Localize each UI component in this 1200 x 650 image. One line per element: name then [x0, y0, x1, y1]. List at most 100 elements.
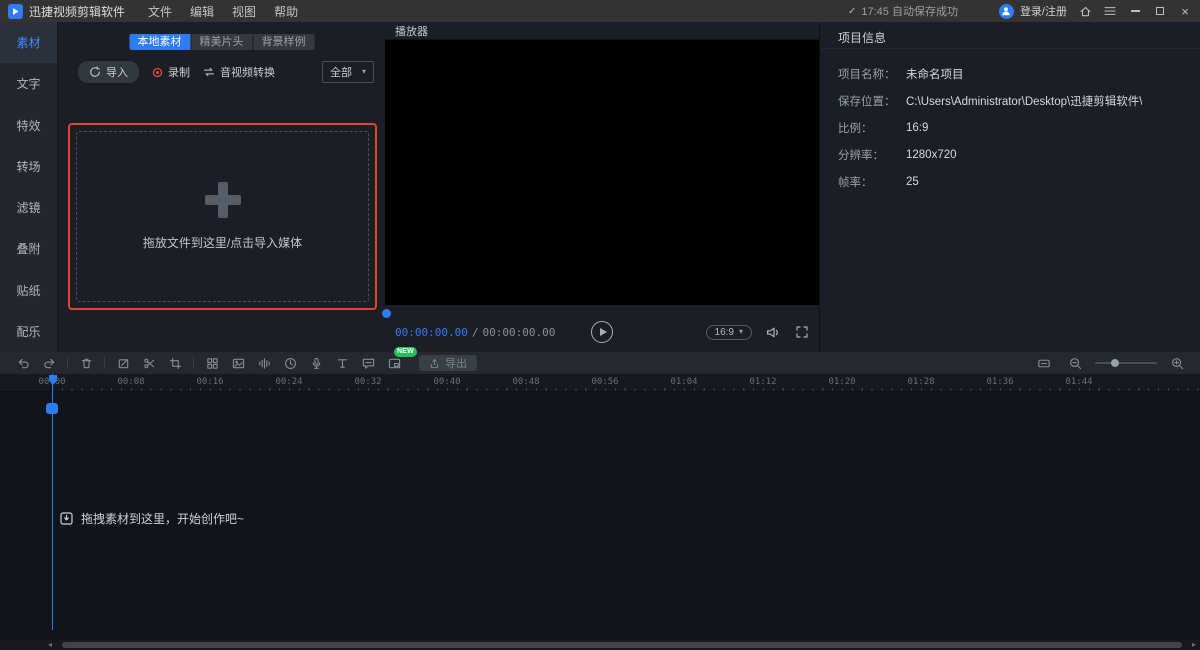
fullscreen-icon[interactable]: [795, 325, 809, 339]
titlebar-right-controls: 登录/注册 ×: [999, 3, 1192, 19]
menu-help[interactable]: 帮助: [265, 3, 307, 20]
aspect-ratio-dropdown[interactable]: 16:9 ▾: [706, 325, 752, 340]
redo-button[interactable]: [38, 354, 60, 372]
tab-intro-templates[interactable]: 精美片头: [191, 34, 252, 50]
record-button[interactable]: 录制: [152, 64, 190, 80]
minimize-button[interactable]: [1128, 4, 1142, 18]
image-icon: [232, 357, 245, 370]
export-icon: [429, 358, 440, 369]
tab-background-samples[interactable]: 背景样例: [253, 34, 314, 50]
hamburger-menu-icon[interactable]: [1103, 4, 1117, 18]
field-frame-rate: 帧率： 25: [838, 168, 1190, 195]
scroll-right-arrow[interactable]: ▸: [1188, 640, 1200, 650]
scrollbar-thumb[interactable]: [62, 642, 1182, 648]
cut-button[interactable]: [138, 354, 160, 372]
check-icon: ✓: [848, 6, 856, 17]
new-badge: NEW: [394, 347, 417, 357]
volume-icon[interactable]: [766, 326, 781, 339]
ruler-label: 01:36: [986, 377, 1013, 387]
pip-button[interactable]: NEW: [383, 354, 405, 372]
ruler-label: 01:28: [907, 377, 934, 387]
fit-timeline-button[interactable]: [1033, 354, 1055, 372]
import-button[interactable]: 导入: [78, 61, 139, 83]
timeline-empty-hint: 拖拽素材到这里，开始创作吧~: [60, 510, 244, 527]
video-preview[interactable]: [385, 40, 819, 305]
zoom-in-button[interactable]: [1166, 354, 1188, 372]
project-info-title: 项目信息: [838, 29, 886, 46]
tab-local-material[interactable]: 本地素材: [129, 34, 190, 50]
av-convert-button[interactable]: 音视频转换: [203, 64, 275, 80]
timeline-area[interactable]: 拖拽素材到这里，开始创作吧~: [0, 391, 1200, 640]
timeline-ruler[interactable]: 00:00 00:08 00:16 00:24 00:32 00:40 00:4…: [0, 374, 1200, 391]
close-button[interactable]: ×: [1178, 4, 1192, 18]
field-save-location: 保存位置： C:\Users\Administrator\Desktop\迅捷剪…: [838, 87, 1190, 114]
seek-handle[interactable]: [382, 309, 391, 318]
timeline-zoom-slider[interactable]: [1095, 362, 1157, 364]
delete-button[interactable]: [75, 354, 97, 372]
text-to-speech-button[interactable]: [331, 354, 353, 372]
menu-edit[interactable]: 编辑: [181, 3, 223, 20]
sidebar-item-material[interactable]: 素材: [0, 22, 57, 63]
crop-icon: [169, 357, 182, 370]
divider: [67, 357, 68, 369]
picture-button[interactable]: [227, 354, 249, 372]
ruler-label: 00:40: [433, 377, 460, 387]
home-icon[interactable]: [1078, 4, 1092, 18]
undo-button[interactable]: [12, 354, 34, 372]
app-title: 迅捷视频剪辑软件: [29, 3, 125, 20]
edit-button[interactable]: [112, 354, 134, 372]
sidebar-item-filters[interactable]: 滤镜: [0, 187, 57, 228]
maximize-button[interactable]: [1153, 4, 1167, 18]
scissors-icon: [143, 357, 156, 370]
sidebar-item-stickers[interactable]: 贴纸: [0, 270, 57, 311]
ruler-label: 01:04: [670, 377, 697, 387]
speech-to-text-button[interactable]: [357, 354, 379, 372]
zoom-out-button[interactable]: [1064, 354, 1086, 372]
ruler-label: 00:48: [512, 377, 539, 387]
material-tabs: 本地素材 精美片头 背景样例: [129, 34, 314, 50]
ruler-label: 00:16: [196, 377, 223, 387]
media-dropzone[interactable]: 拖放文件到这里/点击导入媒体: [68, 123, 377, 310]
user-avatar-icon[interactable]: [999, 4, 1014, 19]
import-icon: [89, 66, 101, 78]
sidebar-item-text[interactable]: 文字: [0, 63, 57, 104]
menu-file[interactable]: 文件: [139, 3, 181, 20]
ruler-label: 00:08: [117, 377, 144, 387]
zoom-slider-handle[interactable]: [1111, 359, 1119, 367]
waveform-icon: [258, 357, 271, 370]
zoom-out-icon: [1069, 357, 1082, 370]
player-header: 播放器: [385, 22, 819, 40]
crop-button[interactable]: [164, 354, 186, 372]
undo-icon: [17, 357, 30, 370]
sidebar-item-music[interactable]: 配乐: [0, 311, 57, 352]
mosaic-button[interactable]: [201, 354, 223, 372]
record-voice-button[interactable]: [305, 354, 327, 372]
autosave-status: ✓ 17:45 自动保存成功: [848, 3, 958, 19]
mosaic-icon: [206, 357, 219, 370]
export-button[interactable]: 导出: [419, 355, 477, 371]
workspace: 素材 文字 特效 转场 滤镜 叠附 贴纸 配乐 本地素材 精美片头 背景样例 导…: [0, 22, 1200, 352]
divider: [820, 48, 1200, 49]
material-filter-dropdown[interactable]: 全部 ▾: [322, 61, 374, 83]
menu-view[interactable]: 视图: [223, 3, 265, 20]
scrollbar-track[interactable]: [56, 640, 1188, 650]
ruler-label: 01:44: [1065, 377, 1092, 387]
chevron-down-icon: ▾: [739, 328, 743, 336]
ruler-label: 00:56: [591, 377, 618, 387]
track-start-marker[interactable]: [46, 403, 58, 414]
scroll-left-arrow[interactable]: ◂: [44, 640, 56, 650]
play-button[interactable]: [591, 321, 613, 343]
field-aspect-ratio: 比例： 16:9: [838, 114, 1190, 141]
divider: [104, 357, 105, 369]
login-register-link[interactable]: 登录/注册: [1020, 3, 1067, 19]
field-resolution: 分辨率： 1280x720: [838, 141, 1190, 168]
project-fields: 项目名称： 未命名项目 保存位置： C:\Users\Administrator…: [838, 60, 1190, 195]
sidebar-item-transitions[interactable]: 转场: [0, 146, 57, 187]
microphone-icon: [310, 357, 323, 370]
sidebar-item-overlay[interactable]: 叠附: [0, 228, 57, 269]
duration-button[interactable]: [279, 354, 301, 372]
audio-wave-button[interactable]: [253, 354, 275, 372]
player-right-controls: 16:9 ▾: [706, 325, 809, 340]
sidebar-item-effects[interactable]: 特效: [0, 105, 57, 146]
time-separator: /: [472, 326, 479, 339]
